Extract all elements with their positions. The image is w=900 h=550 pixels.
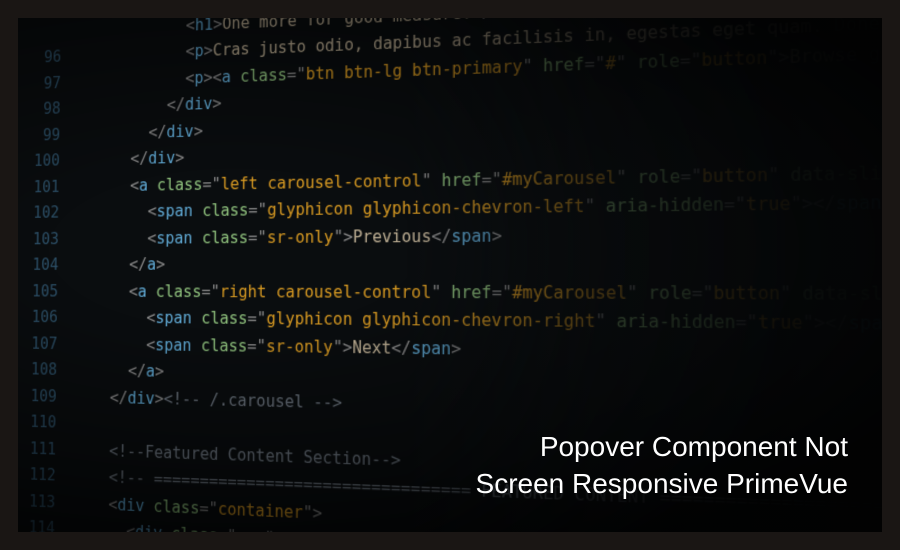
line-number: 96	[21, 44, 79, 72]
line-number: 114	[18, 514, 73, 532]
line-number: 106	[18, 305, 75, 332]
line-number: 99	[20, 122, 78, 149]
line-number: 112	[18, 461, 73, 490]
line-number: 102	[19, 200, 77, 227]
line-number: 109	[18, 383, 74, 411]
line-number: 110	[18, 409, 74, 437]
line-number: 107	[18, 331, 75, 358]
line-number	[21, 18, 79, 46]
line-number: 111	[18, 435, 74, 463]
line-number: 100	[20, 148, 78, 175]
line-number: 108	[18, 357, 75, 384]
line-number: 103	[18, 226, 76, 252]
line-number: 98	[20, 96, 78, 124]
caption-text: Popover Component Not Screen Responsive …	[476, 429, 848, 502]
code-content: </a>	[76, 247, 882, 279]
line-number: 101	[19, 174, 77, 201]
image-frame: carousel-caption"> <h1>One more for good…	[18, 18, 882, 532]
line-number: 105	[18, 279, 76, 305]
code-line: 104 </a>	[18, 247, 882, 279]
line-number: 113	[18, 488, 73, 517]
line-number: 97	[21, 70, 79, 98]
line-number: 104	[18, 252, 76, 278]
